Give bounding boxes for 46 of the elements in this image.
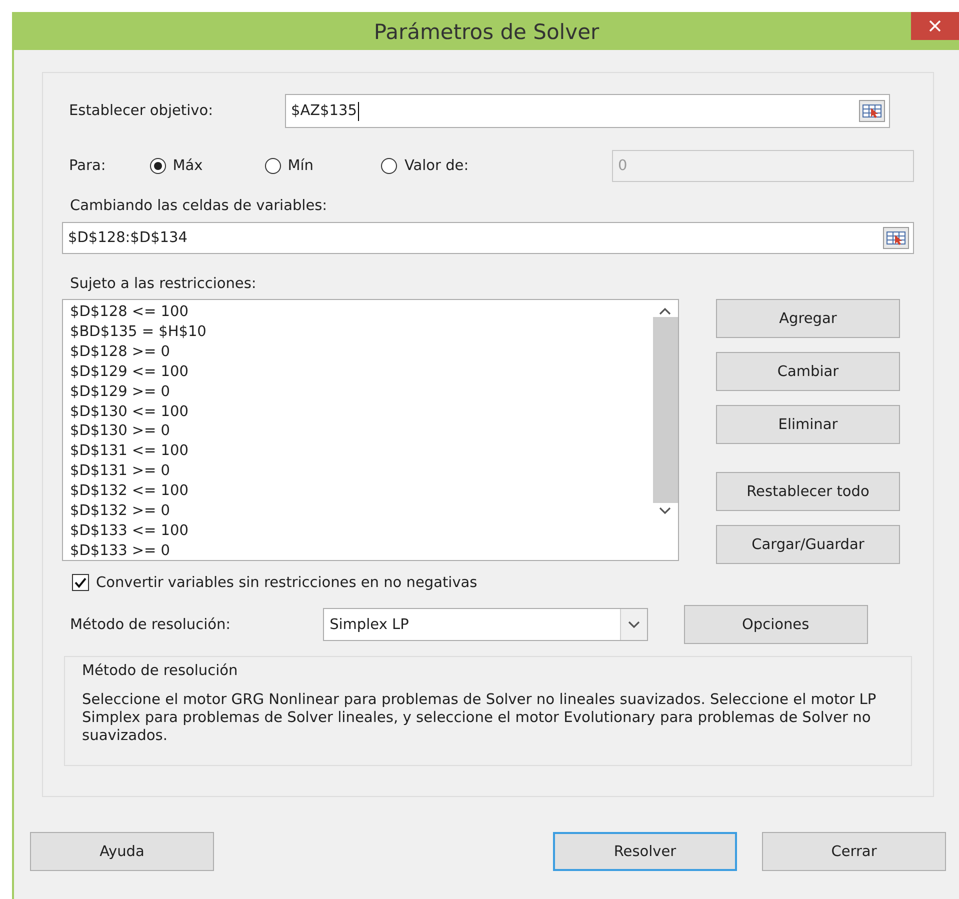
chevron-down-icon[interactable] — [628, 620, 640, 628]
list-item[interactable]: $D$131 >= 0 — [70, 462, 652, 482]
action-button[interactable]: Cambiar — [716, 352, 900, 391]
list-item[interactable]: $BD$135 = $H$10 — [70, 322, 652, 343]
field-label: Sujeto a las restricciones: — [70, 276, 258, 292]
action-button[interactable]: Eliminar — [716, 405, 900, 444]
method-dropdown[interactable]: Simplex LP — [322, 608, 648, 641]
dialog-button[interactable]: Ayuda — [30, 832, 214, 871]
list-item[interactable]: $D$128 >= 0 — [70, 342, 652, 363]
group-title: Método de resolución — [82, 663, 239, 679]
list-item[interactable]: $D$132 >= 0 — [70, 502, 652, 522]
chevron-down-icon[interactable] — [659, 507, 671, 515]
action-button[interactable]: Restablecer todo — [716, 472, 900, 511]
field-label: Para: — [69, 158, 106, 174]
radio-option[interactable]: Mín — [264, 158, 314, 174]
list-item[interactable]: $D$131 <= 100 — [70, 442, 652, 462]
field-label: Método de resolución: — [70, 616, 231, 632]
field-label: Cambiando las celdas de variables: — [70, 198, 328, 214]
list-item[interactable]: $D$130 <= 100 — [70, 402, 652, 422]
list-item[interactable]: $D$133 <= 100 — [70, 522, 652, 542]
nonnegative-checkbox[interactable]: Convertir variables sin restricciones en no negativas — [72, 574, 933, 591]
variables-field[interactable]: $D$128:$D$134 — [62, 222, 914, 254]
action-button[interactable]: Agregar — [716, 299, 900, 338]
action-button[interactable]: Cargar/Guardar — [716, 525, 900, 564]
field-label: Establecer objetivo: — [69, 103, 213, 119]
objective-field[interactable]: $AZ$135 — [284, 94, 890, 128]
range-select-icon[interactable] — [858, 100, 885, 122]
checkmark-icon — [74, 577, 87, 588]
description-text: Seleccione el motor GRG Nonlinear para problemas de Solver no lineales suavizados. Seleccione el motor LP Simplex para problemas de Solver lineales, y seleccione el motor Evolutionary para problemas de Solver no suavizados. — [82, 691, 878, 745]
dialog-button[interactable]: Resolver — [553, 832, 737, 871]
range-select-icon[interactable] — [883, 227, 909, 249]
list-item[interactable]: $D$128 <= 100 — [70, 303, 652, 323]
close-button[interactable] — [911, 12, 959, 40]
dialog-button[interactable]: Cerrar — [762, 832, 946, 871]
radio-option[interactable]: Valor de: — [381, 158, 469, 174]
radio-option[interactable]: Máx — [150, 158, 203, 174]
list-item[interactable]: $D$130 >= 0 — [70, 422, 652, 442]
chevron-up-icon[interactable] — [659, 307, 671, 315]
list-item[interactable]: $D$133 >= 0 — [70, 542, 652, 560]
close-icon[interactable] — [929, 20, 941, 32]
options-button[interactable]: Opciones — [684, 605, 868, 644]
list-item[interactable]: $D$132 <= 100 — [70, 482, 652, 502]
constraints-list[interactable]: $D$128 <= 100 $BD$135 = $H$10 $D$128 >= 0 $D$129 <= 100 $D$129 >= 0 $D$130 <= 100 $D$130 >= 0 $D$131 <= 100 $D$131 >= 0 $D$132 <= 100 $D$132 >= 0 $D$133 <= 100 $D$133 >= 0 — [62, 299, 679, 561]
list-item[interactable]: $D$129 <= 100 — [70, 362, 652, 383]
list-item[interactable]: $D$129 >= 0 — [70, 382, 652, 403]
window-title: Parámetros de Solver — [374, 20, 600, 44]
